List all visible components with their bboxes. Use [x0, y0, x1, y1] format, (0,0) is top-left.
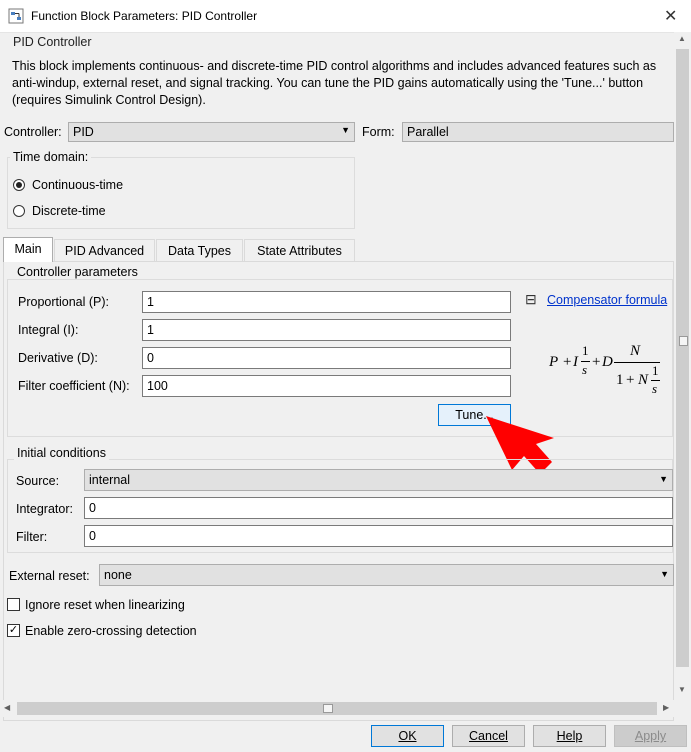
proportional-label: Proportional (P):: [18, 295, 110, 309]
chevron-down-icon: ▼: [660, 569, 669, 579]
help-button-label: Help: [556, 729, 583, 743]
tab-data-types[interactable]: Data Types: [156, 239, 243, 261]
formula-den-plus: +: [626, 372, 635, 388]
tab-main-label: Main: [14, 242, 42, 256]
ignore-reset-checkbox[interactable]: [7, 598, 20, 611]
formula-plus: +: [592, 354, 601, 370]
tab-data-types-label: Data Types: [167, 244, 231, 258]
check-mark-icon: ✓: [8, 624, 19, 636]
controller-select-value: PID: [73, 125, 94, 139]
integral-input[interactable]: 1: [142, 319, 511, 341]
formula-i: I: [573, 354, 578, 370]
block-name-heading: PID Controller: [13, 35, 92, 49]
horizontal-scroll-grip: [323, 704, 333, 713]
external-reset-select-value: none: [104, 568, 132, 582]
compensator-formula-link[interactable]: Compensator formula: [547, 293, 667, 307]
filter-coefficient-label: Filter coefficient (N):: [18, 379, 130, 393]
title-bar: Function Block Parameters: PID Controlle…: [0, 0, 691, 33]
vertical-scroll-grip: [679, 336, 688, 346]
form-select[interactable]: Parallel: [402, 122, 674, 142]
compensator-formula: P + I 1 s + D N 1 + N 1 s: [548, 340, 673, 400]
block-description: This block implements continuous- and di…: [12, 59, 657, 107]
tab-state-attributes[interactable]: State Attributes: [244, 239, 355, 261]
help-button[interactable]: Help: [533, 725, 606, 747]
vertical-scrollbar[interactable]: ▲ ▼: [674, 32, 691, 700]
ignore-reset-label: Ignore reset when linearizing: [25, 598, 185, 612]
formula-den-frac-one: 1: [652, 363, 659, 378]
simulink-app-icon: [8, 8, 24, 24]
source-select[interactable]: internal ▼: [84, 469, 673, 491]
tab-main[interactable]: Main: [3, 237, 53, 262]
continuous-time-label: Continuous-time: [32, 178, 124, 192]
horizontal-scrollbar[interactable]: ◀ ▶: [0, 700, 691, 717]
tab-state-attributes-label: State Attributes: [257, 244, 342, 258]
cancel-button-label: Cancel: [469, 729, 508, 743]
chevron-down-icon: ▼: [659, 474, 668, 484]
zero-crossing-checkbox[interactable]: ✓: [7, 624, 20, 637]
derivative-label: Derivative (D):: [18, 351, 98, 365]
initial-conditions-legend: Initial conditions: [14, 446, 109, 460]
derivative-input[interactable]: 0: [142, 347, 511, 369]
discrete-time-label: Discrete-time: [32, 204, 106, 218]
window-title: Function Block Parameters: PID Controlle…: [31, 9, 258, 23]
time-domain-legend: Time domain:: [10, 150, 92, 164]
controller-select[interactable]: PID ▼: [68, 122, 355, 142]
ok-button-label: OK: [398, 729, 417, 743]
formula-den-n: N: [638, 372, 649, 388]
filter-coefficient-input[interactable]: 100: [142, 375, 511, 397]
integrator-label: Integrator:: [16, 502, 73, 516]
formula-den-s: s: [652, 381, 658, 396]
formula-d: D: [602, 354, 613, 370]
proportional-input[interactable]: 1: [142, 291, 511, 313]
source-label: Source:: [16, 474, 60, 488]
ok-button[interactable]: OK: [371, 725, 444, 747]
filter-label: Filter:: [16, 530, 48, 544]
zero-crossing-label: Enable zero-crossing detection: [25, 624, 197, 638]
formula-one: 1: [582, 343, 589, 358]
scroll-left-icon[interactable]: ◀: [4, 703, 10, 712]
formula-plus: +: [563, 354, 572, 370]
apply-button-label: Apply: [634, 729, 667, 743]
integrator-input[interactable]: 0: [84, 497, 673, 519]
tab-pid-advanced[interactable]: PID Advanced: [54, 239, 155, 261]
external-reset-label: External reset:: [9, 569, 90, 583]
formula-s: s: [582, 362, 588, 377]
cancel-button[interactable]: Cancel: [452, 725, 525, 747]
tab-pid-advanced-label: PID Advanced: [64, 244, 145, 258]
source-select-value: internal: [89, 473, 130, 487]
collapse-icon[interactable]: ⊟: [525, 291, 537, 308]
vertical-scroll-thumb[interactable]: [676, 49, 689, 667]
continuous-time-radio[interactable]: [13, 179, 25, 191]
horizontal-scroll-thumb[interactable]: [17, 702, 657, 715]
controller-parameters-legend: Controller parameters: [14, 265, 141, 279]
form-label: Form:: [362, 125, 395, 139]
formula-n: N: [630, 343, 641, 359]
formula-p: P: [549, 354, 559, 370]
external-reset-select[interactable]: none ▼: [99, 564, 674, 586]
form-select-value: Parallel: [407, 125, 449, 139]
time-domain-group: [7, 157, 355, 229]
scroll-down-icon[interactable]: ▼: [678, 685, 686, 694]
formula-den-one: 1: [616, 372, 624, 388]
scroll-up-icon[interactable]: ▲: [678, 34, 686, 43]
filter-input[interactable]: 0: [84, 525, 673, 547]
close-icon[interactable]: ✕: [664, 6, 677, 26]
apply-button[interactable]: Apply: [614, 725, 687, 747]
discrete-time-radio[interactable]: [13, 205, 25, 217]
controller-label: Controller:: [4, 125, 62, 139]
integral-label: Integral (I):: [18, 323, 79, 337]
scroll-right-icon[interactable]: ▶: [663, 703, 669, 712]
chevron-down-icon: ▼: [341, 125, 350, 135]
